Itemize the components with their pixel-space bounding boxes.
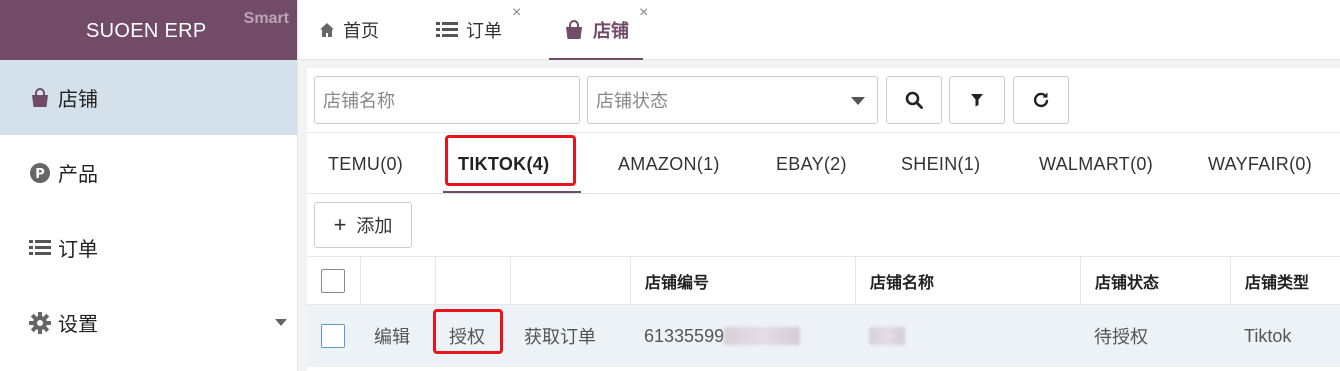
sidebar-item-label: 订单 xyxy=(58,239,98,261)
tab-home[interactable]: 首页 xyxy=(319,0,379,60)
header-blank-cell xyxy=(510,257,630,304)
sidebar-item-stores[interactable]: 店铺 xyxy=(0,60,297,135)
top-tab-bar: 首页 订单 × 店铺 × xyxy=(299,0,1340,60)
brand-header: SUOEN ERP Smart xyxy=(0,0,297,60)
add-button-label: 添加 xyxy=(356,216,393,236)
column-header: 店铺类型 xyxy=(1230,257,1340,304)
tab-walmart[interactable]: WALMART(0) xyxy=(1039,133,1153,195)
tab-amazon[interactable]: AMAZON(1) xyxy=(618,133,720,195)
chevron-down-icon[interactable] xyxy=(275,319,287,326)
column-header: 店铺编号 xyxy=(630,257,855,304)
close-icon[interactable]: × xyxy=(639,4,648,22)
bag-icon xyxy=(28,86,52,110)
authorize-link[interactable]: 授权 xyxy=(435,305,510,367)
header-checkbox-cell xyxy=(307,257,360,304)
row-checkbox[interactable] xyxy=(321,324,345,348)
store-id: 61335599 xyxy=(644,325,725,346)
store-name-cell xyxy=(855,305,1080,367)
fetch-orders-link[interactable]: 获取订单 xyxy=(510,305,630,367)
main-content: 店铺名称 店铺状态 TEMU(0) TIKTOK(4) AMAZON(1) EB… xyxy=(307,68,1340,371)
table-header: 店铺编号 店铺名称 店铺状态 店铺类型 xyxy=(307,256,1340,305)
sidebar-item-orders[interactable]: 订单 xyxy=(0,210,297,285)
row-checkbox-cell xyxy=(307,305,360,367)
store-status-placeholder: 店铺状态 xyxy=(596,91,668,111)
tab-wayfair[interactable]: WAYFAIR(0) xyxy=(1208,133,1312,195)
tab-label: 店铺 xyxy=(593,21,629,41)
tab-ebay[interactable]: EBAY(2) xyxy=(776,133,847,195)
redacted-text xyxy=(724,327,801,345)
store-status-cell: 待授权 xyxy=(1094,327,1148,347)
app-name: SUOEN ERP xyxy=(86,20,207,42)
app-tag: Smart xyxy=(243,10,289,27)
tab-label: 首页 xyxy=(343,21,379,41)
plus-icon: + xyxy=(333,212,347,237)
gear-icon xyxy=(28,311,52,335)
sidebar-item-label: 店铺 xyxy=(58,89,98,111)
home-icon xyxy=(319,22,335,38)
redacted-text xyxy=(869,327,905,345)
bag-icon xyxy=(563,19,585,41)
tab-label: 订单 xyxy=(466,21,502,41)
store-name-input[interactable]: 店铺名称 xyxy=(314,76,580,124)
search-icon xyxy=(905,91,923,109)
header-blank-cell xyxy=(360,257,435,304)
platform-tabs: TEMU(0) TIKTOK(4) AMAZON(1) EBAY(2) SHEI… xyxy=(307,132,1340,194)
sidebar-item-label: 设置 xyxy=(58,314,98,336)
table-row: 编辑 授权 获取订单 61335599 待授权 Tiktok xyxy=(307,305,1340,367)
sidebar-item-label: 产品 xyxy=(58,164,98,186)
active-tab-indicator xyxy=(443,191,581,193)
list-icon xyxy=(28,236,52,260)
svg-text:P: P xyxy=(35,167,45,182)
tab-temu[interactable]: TEMU(0) xyxy=(328,133,403,195)
sidebar-item-settings[interactable]: 设置 xyxy=(0,285,297,360)
list-icon xyxy=(436,21,458,39)
filter-button[interactable] xyxy=(949,76,1005,124)
add-button[interactable]: + 添加 xyxy=(314,202,412,248)
sidebar-item-products[interactable]: P 产品 xyxy=(0,135,297,210)
store-status-select[interactable]: 店铺状态 xyxy=(587,76,878,124)
search-button[interactable] xyxy=(886,76,942,124)
select-all-checkbox[interactable] xyxy=(321,268,345,293)
tab-tiktok[interactable]: TIKTOK(4) xyxy=(458,133,549,195)
filter-icon xyxy=(971,94,983,107)
sidebar: SUOEN ERP Smart 店铺 P 产品 订单 设置 xyxy=(0,0,298,371)
tab-shein[interactable]: SHEIN(1) xyxy=(901,133,980,195)
edit-link[interactable]: 编辑 xyxy=(360,305,435,367)
store-id-cell: 61335599 xyxy=(630,305,855,367)
close-icon[interactable]: × xyxy=(512,4,521,22)
store-type-cell: Tiktok xyxy=(1244,325,1292,346)
refresh-icon xyxy=(1033,92,1049,108)
p-circle-icon: P xyxy=(28,161,52,185)
column-header: 店铺状态 xyxy=(1080,257,1230,304)
chevron-down-icon xyxy=(851,97,865,105)
refresh-button[interactable] xyxy=(1013,76,1069,124)
tab-stores[interactable]: 店铺 × xyxy=(549,0,648,60)
column-header: 店铺名称 xyxy=(855,257,1080,304)
tab-orders[interactable]: 订单 × xyxy=(436,0,521,60)
header-blank-cell xyxy=(435,257,510,304)
